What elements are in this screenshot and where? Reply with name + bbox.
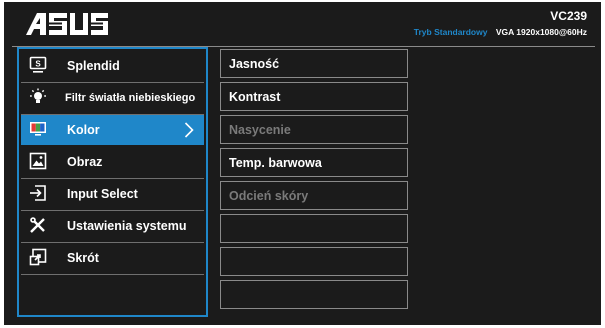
status-line: Tryb Standardowy VGA 1920x1080@60Hz [414, 27, 587, 37]
shortcut-icon [29, 248, 47, 266]
menu-item-shortcut[interactable]: Skrót [21, 243, 204, 275]
menu-label: Splendid [67, 59, 120, 73]
menu-separator [21, 274, 204, 275]
system-setup-icon [30, 217, 45, 233]
submenu-item-empty [220, 280, 408, 309]
menu-item-bluelight-filter[interactable]: Filtr światła niebieskiego [21, 83, 204, 115]
osd-menu: VC239 Tryb Standardowy VGA 1920x1080@60H… [0, 0, 605, 328]
submenu-item-brightness[interactable]: Jasność [220, 49, 408, 78]
current-mode: Tryb Standardowy [413, 27, 488, 37]
submenu-label: Nasycenie [229, 123, 291, 137]
submenu-item-empty [220, 247, 408, 276]
osd-frame: VC239 Tryb Standardowy VGA 1920x1080@60H… [4, 2, 601, 325]
model-name: VC239 [550, 9, 587, 23]
submenu-item-saturation: Nasycenie [220, 115, 408, 144]
main-menu: S Splendid Filtr światła niebieskiego Ko… [17, 47, 208, 317]
color-icon [30, 122, 46, 136]
menu-label: Input Select [67, 187, 138, 201]
chevron-right-icon [184, 122, 194, 138]
submenu-item-empty [220, 214, 408, 243]
submenu-item-skin-tone: Odcień skóry [220, 181, 408, 210]
bluelight-bulb-icon [30, 88, 46, 103]
input-select-icon [30, 185, 46, 201]
splendid-icon: S [29, 56, 47, 73]
osd-header: VC239 Tryb Standardowy VGA 1920x1080@60H… [4, 2, 601, 45]
color-submenu: Jasność Kontrast Nasycenie Temp. barwowa… [220, 49, 408, 317]
menu-item-system-setup[interactable]: Ustawienia systemu [21, 211, 204, 243]
svg-text:S: S [35, 60, 41, 69]
menu-item-input-select[interactable]: Input Select [21, 179, 204, 211]
menu-item-image[interactable]: Obraz [21, 147, 204, 179]
menu-label: Skrót [67, 251, 99, 265]
submenu-label: Temp. barwowa [229, 156, 322, 170]
asus-logo [26, 13, 108, 35]
image-icon [29, 152, 47, 170]
submenu-item-color-temp[interactable]: Temp. barwowa [220, 148, 408, 177]
submenu-label: Jasność [229, 57, 280, 71]
menu-label: Filtr światła niebieskiego [65, 92, 196, 104]
menu-label: Ustawienia systemu [67, 219, 187, 233]
submenu-item-contrast[interactable]: Kontrast [220, 82, 408, 111]
signal-info: VGA 1920x1080@60Hz [495, 27, 587, 37]
menu-label: Obraz [67, 155, 103, 169]
menu-item-splendid[interactable]: S Splendid [21, 51, 204, 83]
menu-label: Kolor [67, 123, 100, 137]
submenu-label: Odcień skóry [229, 189, 309, 203]
submenu-label: Kontrast [229, 90, 281, 104]
menu-item-color[interactable]: Kolor [21, 115, 204, 145]
